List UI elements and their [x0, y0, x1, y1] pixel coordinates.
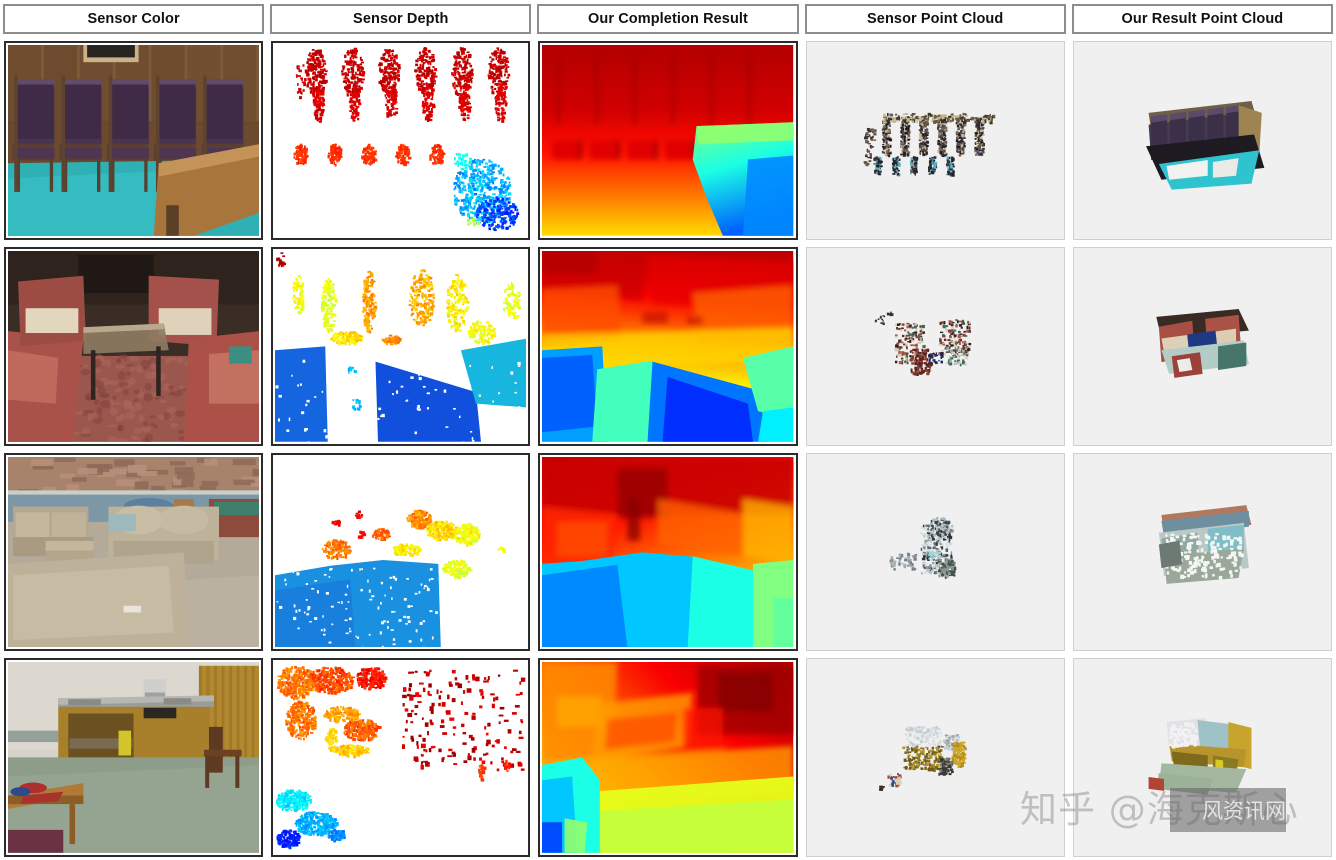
render-sensor_color-row-4: [8, 662, 260, 853]
cell-row-4-result_point_cloud: [1069, 654, 1336, 860]
image-panel-sensor_color: [4, 452, 264, 652]
cell-row-1-result_point_cloud: [1069, 37, 1336, 243]
panel-inner: [275, 250, 527, 442]
cell-row-2-sensor_point_cloud: [802, 243, 1069, 449]
cell-row-4-completion_result: [534, 654, 801, 860]
image-panel-completion_result: [538, 41, 798, 240]
cell-row-1-sensor_point_cloud: [802, 37, 1069, 243]
render-sensor_point_cloud-row-2: [806, 247, 1064, 445]
pointcloud-panel-sensor_point_cloud: [805, 658, 1065, 857]
panel-inner: [1073, 659, 1331, 856]
panel-inner: [806, 659, 1064, 856]
panel-inner: [8, 45, 260, 236]
render-sensor_color-row-1: [8, 45, 260, 236]
cell-row-3-sensor_color: [0, 449, 267, 655]
cell-row-2-sensor_color: [0, 243, 267, 449]
cell-row-1-sensor_color: [0, 37, 267, 243]
render-sensor_depth-row-2: [275, 250, 527, 442]
image-panel-completion_result: [538, 658, 798, 857]
panel-inner: [8, 456, 260, 648]
panel-inner: [8, 250, 260, 442]
cell-row-2-sensor_depth: [267, 243, 534, 449]
header-label-sensor_point_cloud: Sensor Point Cloud: [867, 11, 1004, 27]
header-label-sensor_color: Sensor Color: [87, 11, 180, 27]
cell-row-3-result_point_cloud: [1069, 449, 1336, 655]
panel-inner: [1073, 247, 1331, 445]
cell-row-1-sensor_depth: [267, 37, 534, 243]
render-sensor_point_cloud-row-3: [806, 453, 1064, 651]
render-sensor_depth-row-3: [275, 456, 527, 648]
render-completion_result-row-1: [542, 45, 794, 236]
header-box-sensor_depth: Sensor Depth: [270, 4, 532, 34]
panel-inner: [806, 247, 1064, 445]
cell-row-4-sensor_point_cloud: [802, 654, 1069, 860]
image-panel-sensor_color: [4, 658, 264, 857]
render-result_point_cloud-row-2: [1073, 247, 1331, 445]
pointcloud-panel-sensor_point_cloud: [805, 41, 1065, 240]
image-panel-sensor_depth: [271, 246, 531, 446]
image-panel-sensor_depth: [271, 658, 531, 857]
results-grid: Sensor Color Sensor Depth Our Completion R…: [0, 0, 1336, 860]
header-cell-sensor_depth: Sensor Depth: [267, 0, 534, 37]
header-label-sensor_depth: Sensor Depth: [353, 11, 449, 27]
pointcloud-panel-sensor_point_cloud: [805, 452, 1065, 652]
panel-inner: [275, 662, 527, 853]
cell-row-4-sensor_color: [0, 654, 267, 860]
panel-inner: [806, 453, 1064, 651]
cell-row-1-completion_result: [534, 37, 801, 243]
pointcloud-panel-sensor_point_cloud: [805, 246, 1065, 446]
render-result_point_cloud-row-4: [1073, 659, 1331, 856]
panel-inner: [8, 662, 260, 853]
header-box-result_point_cloud: Our Result Point Cloud: [1071, 4, 1333, 34]
header-label-completion_result: Our Completion Result: [587, 11, 748, 27]
header-box-completion_result: Our Completion Result: [537, 4, 799, 34]
render-completion_result-row-4: [542, 662, 794, 853]
cell-row-3-sensor_point_cloud: [802, 449, 1069, 655]
header-cell-sensor_point_cloud: Sensor Point Cloud: [802, 0, 1069, 37]
render-sensor_color-row-2: [8, 250, 260, 442]
cell-row-3-completion_result: [534, 449, 801, 655]
cell-row-4-sensor_depth: [267, 654, 534, 860]
cell-row-2-result_point_cloud: [1069, 243, 1336, 449]
cell-row-3-sensor_depth: [267, 449, 534, 655]
panel-inner: [1073, 453, 1331, 651]
panel-inner: [275, 456, 527, 648]
render-sensor_depth-row-1: [275, 45, 527, 236]
render-sensor_depth-row-4: [275, 662, 527, 853]
results-figure: Sensor Color Sensor Depth Our Completion R…: [0, 0, 1336, 860]
image-panel-sensor_depth: [271, 452, 531, 652]
pointcloud-panel-result_point_cloud: [1072, 41, 1332, 240]
panel-inner: [542, 45, 794, 236]
header-cell-sensor_color: Sensor Color: [0, 0, 267, 37]
render-sensor_point_cloud-row-1: [806, 42, 1064, 239]
pointcloud-panel-result_point_cloud: [1072, 246, 1332, 446]
image-panel-sensor_color: [4, 246, 264, 446]
render-result_point_cloud-row-1: [1073, 42, 1331, 239]
render-sensor_point_cloud-row-4: [806, 659, 1064, 856]
header-label-result_point_cloud: Our Result Point Cloud: [1121, 11, 1284, 27]
header-cell-result_point_cloud: Our Result Point Cloud: [1069, 0, 1336, 37]
pointcloud-panel-result_point_cloud: [1072, 452, 1332, 652]
cell-row-2-completion_result: [534, 243, 801, 449]
panel-inner: [542, 250, 794, 442]
header-box-sensor_color: Sensor Color: [3, 4, 265, 34]
panel-inner: [542, 662, 794, 853]
render-sensor_color-row-3: [8, 456, 260, 648]
image-panel-sensor_color: [4, 41, 264, 240]
image-panel-sensor_depth: [271, 41, 531, 240]
render-completion_result-row-3: [542, 456, 794, 648]
render-completion_result-row-2: [542, 250, 794, 442]
pointcloud-panel-result_point_cloud: [1072, 658, 1332, 857]
panel-inner: [1073, 42, 1331, 239]
header-cell-completion_result: Our Completion Result: [534, 0, 801, 37]
header-box-sensor_point_cloud: Sensor Point Cloud: [804, 4, 1066, 34]
panel-inner: [542, 456, 794, 648]
image-panel-completion_result: [538, 246, 798, 446]
panel-inner: [275, 45, 527, 236]
image-panel-completion_result: [538, 452, 798, 652]
panel-inner: [806, 42, 1064, 239]
render-result_point_cloud-row-3: [1073, 453, 1331, 651]
